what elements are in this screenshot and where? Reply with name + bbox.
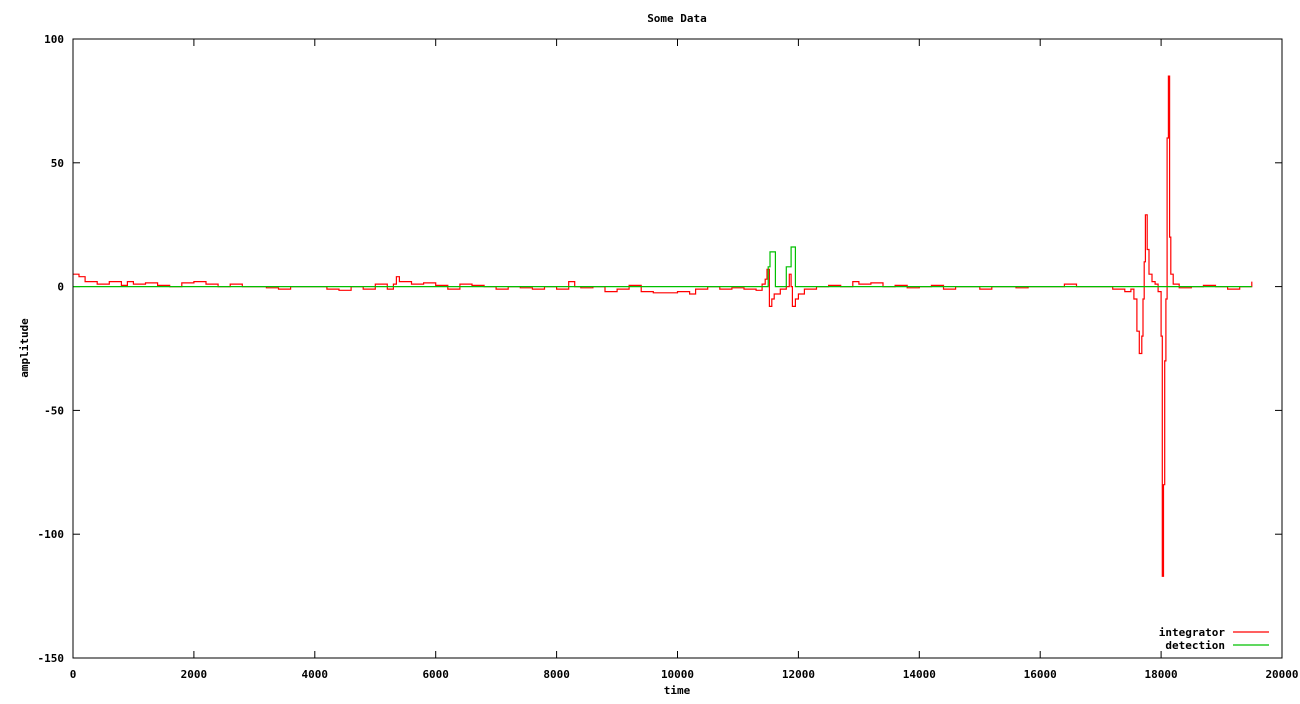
legend-label-integrator: integrator	[1159, 626, 1226, 639]
series-integrator	[73, 75, 1253, 577]
x-tick-label: 10000	[661, 668, 694, 681]
x-tick-label: 8000	[543, 668, 570, 681]
y-axis-label: amplitude	[18, 318, 31, 378]
chart: Some Data time amplitude 0 2000 4000 6000 80…	[18, 12, 1299, 697]
x-tick-label: 18000	[1145, 668, 1178, 681]
y-tick-label: -50	[44, 404, 64, 417]
x-tick-label: 12000	[782, 668, 815, 681]
y-tick-label: -100	[38, 528, 65, 541]
x-tick-label: 16000	[1024, 668, 1057, 681]
y-tick-label: 100	[44, 33, 64, 46]
legend: integratordetection	[1159, 626, 1269, 652]
chart-title: Some Data	[647, 12, 707, 25]
x-tick-label: 4000	[302, 668, 329, 681]
y-tick-label: -150	[38, 652, 65, 665]
x-axis-label: time	[664, 684, 691, 697]
x-tick-label: 14000	[903, 668, 936, 681]
x-tick-label: 20000	[1265, 668, 1298, 681]
y-tick-label: 0	[57, 281, 64, 294]
x-tick-label: 0	[70, 668, 77, 681]
y-tick-label: 50	[51, 157, 64, 170]
x-tick-label: 2000	[181, 668, 208, 681]
series-detection	[73, 246, 1252, 288]
plot-frame	[72, 38, 1283, 659]
legend-label-detection: detection	[1165, 639, 1225, 652]
x-tick-label: 6000	[422, 668, 449, 681]
